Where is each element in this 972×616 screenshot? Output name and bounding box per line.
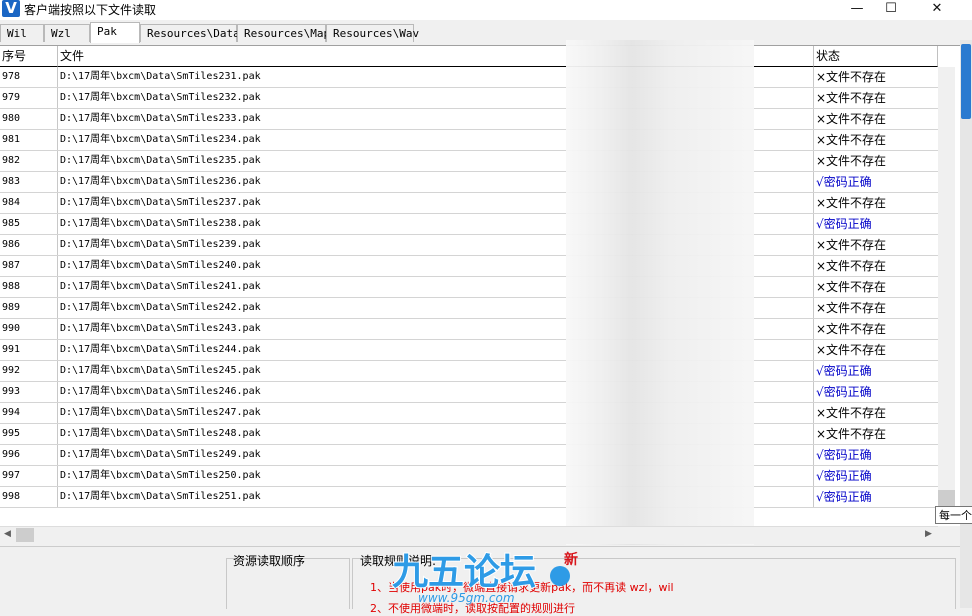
column-header-status[interactable]: 状态 — [814, 46, 938, 67]
table-row[interactable]: 992 D:\17周年\bxcm\Data\SmTiles245.pak √密码正确 — [0, 361, 938, 382]
tab-pak[interactable]: Pak — [90, 22, 140, 43]
table-row[interactable]: 979 D:\17周年\bxcm\Data\SmTiles232.pak ×文件不存… — [0, 88, 938, 109]
row-status: ×文件不存在 — [816, 112, 887, 126]
row-index: 982 — [0, 151, 58, 171]
horizontal-scrollbar[interactable] — [0, 526, 938, 544]
redacted-region — [566, 40, 754, 545]
row-index: 983 — [0, 172, 58, 192]
scroll-left-icon[interactable]: ◀ — [4, 529, 11, 539]
row-status: ×文件不存在 — [816, 196, 887, 210]
column-header-index[interactable]: 序号 — [0, 46, 58, 67]
table-row[interactable]: 981 D:\17周年\bxcm\Data\SmTiles234.pak ×文件不存… — [0, 130, 938, 151]
table-row[interactable]: 998 D:\17周年\bxcm\Data\SmTiles251.pak √密码正确 — [0, 487, 938, 508]
close-icon[interactable]: ✕ — [914, 0, 960, 20]
table-row[interactable]: 983 D:\17周年\bxcm\Data\SmTiles236.pak √密码正确 — [0, 172, 938, 193]
table-row[interactable]: 995 D:\17周年\bxcm\Data\SmTiles248.pak ×文件不存… — [0, 424, 938, 445]
tab-resources-wav[interactable]: Resources\Wav — [326, 24, 419, 42]
table-row[interactable]: 988 D:\17周年\bxcm\Data\SmTiles241.pak ×文件不存… — [0, 277, 938, 298]
row-status: ×文件不存在 — [816, 259, 887, 273]
table-row[interactable]: 991 D:\17周年\bxcm\Data\SmTiles244.pak ×文件不存… — [0, 340, 938, 361]
vertical-scrollbar[interactable] — [938, 67, 955, 512]
forum-watermark-logo: 九五论坛 www.95gm.com 新 — [391, 551, 578, 605]
tab-resources-map[interactable]: Resources\Map — [237, 24, 330, 42]
row-index: 995 — [0, 424, 58, 444]
row-index: 990 — [0, 319, 58, 339]
app-logo-icon: V — [2, 0, 20, 17]
row-index: 984 — [0, 193, 58, 213]
table-row[interactable]: 996 D:\17周年\bxcm\Data\SmTiles249.pak √密码正确 — [0, 445, 938, 466]
table-row[interactable]: 997 D:\17周年\bxcm\Data\SmTiles250.pak √密码正确 — [0, 466, 938, 487]
row-index: 992 — [0, 361, 58, 381]
tooltip: 每一个 — [935, 506, 972, 524]
tab-strip: Wil Wzl Pak Resources\Data Resources\Map… — [0, 22, 972, 44]
row-status: √密码正确 — [816, 490, 872, 504]
row-index: 988 — [0, 277, 58, 297]
table-row[interactable]: 982 D:\17周年\bxcm\Data\SmTiles235.pak ×文件不存… — [0, 151, 938, 172]
row-index: 987 — [0, 256, 58, 276]
tab-wil[interactable]: Wil — [0, 24, 44, 42]
row-status: √密码正确 — [816, 364, 872, 378]
window-title: 客户端按照以下文件读取 — [24, 3, 157, 17]
row-status: ×文件不存在 — [816, 322, 887, 336]
outer-scrollbar-thumb[interactable] — [961, 44, 971, 119]
row-status: ×文件不存在 — [816, 406, 887, 420]
table-row[interactable]: 985 D:\17周年\bxcm\Data\SmTiles238.pak √密码正确 — [0, 214, 938, 235]
row-status: ×文件不存在 — [816, 301, 887, 315]
row-index: 985 — [0, 214, 58, 234]
watermark-text: 九五论坛 — [392, 552, 536, 593]
row-status: √密码正确 — [816, 175, 872, 189]
row-index: 991 — [0, 340, 58, 360]
row-index: 998 — [0, 487, 58, 507]
row-status: √密码正确 — [816, 217, 872, 231]
order-label: 资源读取顺序 — [233, 554, 306, 568]
row-index: 981 — [0, 130, 58, 150]
row-status: ×文件不存在 — [816, 154, 887, 168]
tab-wzl[interactable]: Wzl — [44, 24, 90, 42]
row-status: ×文件不存在 — [816, 427, 887, 441]
row-index: 996 — [0, 445, 58, 465]
row-index: 997 — [0, 466, 58, 486]
table-row[interactable]: 986 D:\17周年\bxcm\Data\SmTiles239.pak ×文件不存… — [0, 235, 938, 256]
scroll-right-icon[interactable]: ▶ — [925, 529, 932, 539]
file-table[interactable]: 序号 文件 状态 978 D:\17周年\bxcm\Data\SmTiles231… — [0, 45, 960, 526]
watermark-url: www.95gm.com — [418, 591, 515, 605]
table-row[interactable]: 984 D:\17周年\bxcm\Data\SmTiles237.pak ×文件不存… — [0, 193, 938, 214]
watermark-swirl — [550, 566, 570, 586]
row-status: ×文件不存在 — [816, 133, 887, 147]
horizontal-scrollbar-thumb[interactable] — [16, 528, 34, 542]
title-bar: V 客户端按照以下文件读取 — ☐ ✕ — [0, 0, 972, 20]
watermark-badge: 新 — [564, 551, 578, 568]
row-index: 986 — [0, 235, 58, 255]
row-status: ×文件不存在 — [816, 343, 887, 357]
row-status: √密码正确 — [816, 385, 872, 399]
row-index: 979 — [0, 88, 58, 108]
tab-resources-data[interactable]: Resources\Data — [140, 24, 240, 42]
maximize-icon[interactable]: ☐ — [868, 0, 914, 20]
row-index: 994 — [0, 403, 58, 423]
table-row[interactable]: 990 D:\17周年\bxcm\Data\SmTiles243.pak ×文件不存… — [0, 319, 938, 340]
row-index: 989 — [0, 298, 58, 318]
table-row[interactable]: 980 D:\17周年\bxcm\Data\SmTiles233.pak ×文件不存… — [0, 109, 938, 130]
row-index: 980 — [0, 109, 58, 129]
table-row[interactable]: 993 D:\17周年\bxcm\Data\SmTiles246.pak √密码正确 — [0, 382, 938, 403]
table-row[interactable]: 989 D:\17周年\bxcm\Data\SmTiles242.pak ×文件不存… — [0, 298, 938, 319]
row-index: 978 — [0, 67, 58, 87]
table-row[interactable]: 987 D:\17周年\bxcm\Data\SmTiles240.pak ×文件不存… — [0, 256, 938, 277]
row-status: ×文件不存在 — [816, 70, 887, 84]
row-status: √密码正确 — [816, 469, 872, 483]
row-status: ×文件不存在 — [816, 280, 887, 294]
row-index: 993 — [0, 382, 58, 402]
row-status: √密码正确 — [816, 448, 872, 462]
row-status: ×文件不存在 — [816, 238, 887, 252]
table-row[interactable]: 978 D:\17周年\bxcm\Data\SmTiles231.pak ×文件不存… — [0, 67, 938, 88]
table-row[interactable]: 994 D:\17周年\bxcm\Data\SmTiles247.pak ×文件不存… — [0, 403, 938, 424]
row-status: ×文件不存在 — [816, 91, 887, 105]
